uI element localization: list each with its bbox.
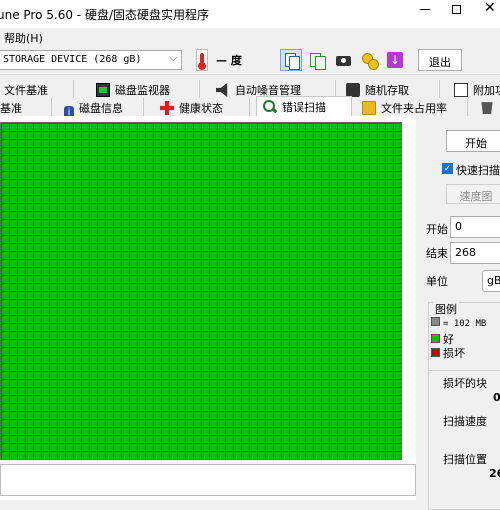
- good-block-icon: [431, 334, 440, 343]
- scan-block-map: [0, 122, 402, 460]
- damaged-block-icon: [431, 348, 440, 357]
- title-bar: une Pro 5.60 - 硬盘/固态硬盘实用程序 ✕: [0, 0, 500, 29]
- unit-label: 单位: [426, 275, 448, 288]
- copy-report-button[interactable]: [306, 49, 328, 71]
- tab-random-access[interactable]: 随机存取: [342, 80, 440, 98]
- thermometer-icon: [196, 49, 208, 71]
- start-label: 开始: [426, 223, 448, 236]
- exit-button-label: 退出: [429, 56, 451, 69]
- tab-row-2: 基准 i 磁盘信息 健康状态 错误扫描 文件夹占用率: [0, 96, 500, 120]
- scan-options-panel: 开始 ✓ 快速扫描 速度图 开始 0 结束 268 单位 gB 图例 = 102…: [416, 116, 500, 510]
- unit-select-value: gB: [487, 274, 500, 287]
- quick-scan-label: 快速扫描: [456, 164, 500, 177]
- random-access-icon: [346, 83, 360, 97]
- scan-position-label: 扫描位置: [443, 453, 487, 466]
- speed-map-button: 速度图: [446, 184, 500, 204]
- tab-row-1: 文件基准 磁盘监视器 自动噪音管理 随机存取 附加功能: [0, 80, 500, 98]
- end-label: 结束: [426, 247, 448, 260]
- magnifier-icon: [263, 100, 278, 114]
- toolbar: STORAGE DEVICE (268 gB) ⌵ — 度 ↓ 退出: [0, 46, 500, 75]
- block-square-icon: [431, 317, 440, 326]
- legend-damaged: 损坏: [431, 345, 465, 361]
- trash-icon: [481, 102, 493, 114]
- window-title: une Pro 5.60 - 硬盘/固态硬盘实用程序: [0, 8, 209, 22]
- scan-position-value: 268: [489, 467, 500, 480]
- quick-scan-checkbox[interactable]: ✓: [442, 163, 453, 174]
- speed-map-button-label: 速度图: [459, 190, 493, 203]
- exit-button[interactable]: 退出: [418, 49, 462, 71]
- tab-extra-tests[interactable]: 附加功能: [450, 80, 500, 98]
- unit-select[interactable]: gB: [482, 270, 500, 292]
- tab-error-scan[interactable]: 错误扫描: [256, 96, 352, 116]
- copy-info-button[interactable]: [280, 49, 302, 71]
- end-input-value: 268: [455, 246, 476, 259]
- extra-tests-icon: [454, 83, 468, 97]
- maximize-button[interactable]: [452, 5, 461, 14]
- menu-help[interactable]: 帮助(H): [4, 30, 43, 46]
- start-input[interactable]: 0: [450, 216, 500, 238]
- folder-icon: [362, 101, 376, 115]
- tab-erase[interactable]: [474, 98, 500, 116]
- tab-disk-info[interactable]: i 磁盘信息: [56, 98, 144, 120]
- damaged-blocks-label: 损坏的块: [443, 377, 487, 390]
- coins-icon[interactable]: [358, 49, 380, 71]
- close-button[interactable]: ✕: [484, 0, 496, 16]
- tab-folder-usage[interactable]: 文件夹占用率: [356, 98, 468, 116]
- drive-select-value: STORAGE DEVICE (268 gB): [3, 54, 142, 65]
- start-button-label: 开始: [465, 137, 487, 150]
- tab-file-benchmark[interactable]: 文件基准: [0, 80, 74, 98]
- speaker-icon: [216, 83, 228, 97]
- tab-disk-monitor[interactable]: 磁盘监视器: [88, 80, 200, 98]
- end-input[interactable]: 268: [450, 242, 500, 264]
- drive-select[interactable]: STORAGE DEVICE (268 gB) ⌵: [0, 50, 182, 70]
- chevron-down-icon: ⌵: [169, 53, 177, 64]
- tab-health[interactable]: 健康状态: [154, 98, 250, 116]
- minimize-button[interactable]: [420, 9, 430, 10]
- start-button[interactable]: 开始: [446, 130, 500, 152]
- menu-bar: 帮助(H): [0, 28, 500, 46]
- camera-icon[interactable]: [332, 49, 354, 71]
- download-icon[interactable]: ↓: [384, 49, 406, 71]
- health-icon: [160, 101, 174, 115]
- tab-benchmark[interactable]: 基准: [0, 98, 52, 116]
- scan-speed-label: 扫描速度: [443, 415, 487, 428]
- legend-title: 图例: [433, 301, 459, 317]
- legend-group: 图例 = 102 MB 好 损坏: [428, 301, 500, 378]
- stats-group: 损坏的块 0 扫描速度 扫描位置 268: [428, 370, 500, 510]
- temperature-readout: — 度: [216, 54, 242, 67]
- disk-monitor-icon: [96, 83, 110, 97]
- start-input-value: 0: [455, 220, 462, 233]
- damaged-blocks-value: 0: [493, 391, 500, 404]
- scan-log: [0, 464, 416, 496]
- legend-block-size: = 102 MB: [431, 317, 486, 329]
